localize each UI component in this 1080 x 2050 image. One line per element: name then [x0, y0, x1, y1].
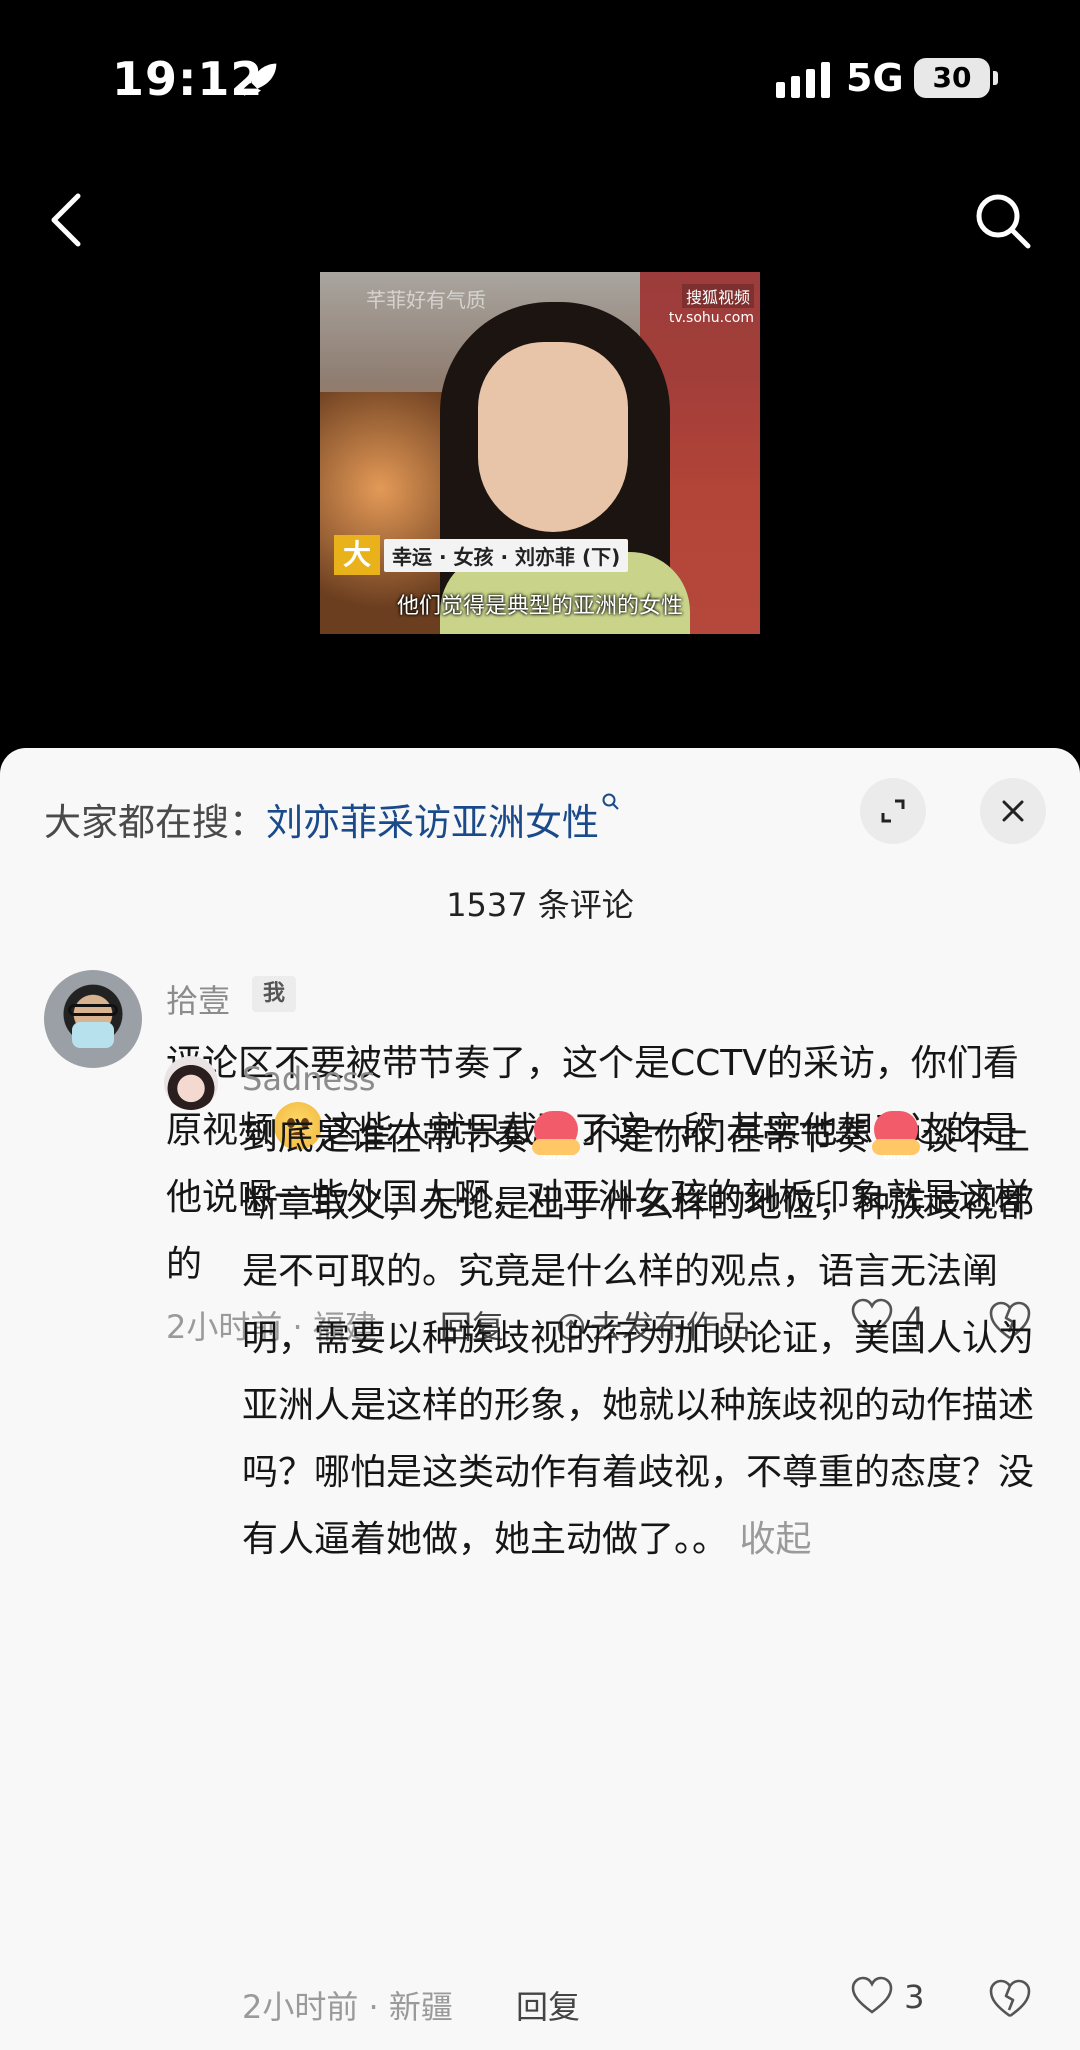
avatar-mask	[72, 1022, 114, 1048]
comment-author[interactable]: Sadness	[242, 1060, 376, 1098]
trending-search-label: 大家都在搜：	[44, 801, 266, 844]
me-badge: 我	[252, 976, 296, 1012]
cheer-sticker-icon: 加油	[530, 1109, 582, 1162]
comment-sheet: 大家都在搜：刘亦菲采访亚洲女性 1537 条评论 拾壹 我 评论区不要被带节奏了…	[0, 748, 1080, 2050]
site-url: tv.sohu.com	[668, 310, 754, 326]
program-logo: 大	[334, 535, 380, 575]
site-badge: 搜狐视频	[681, 284, 754, 308]
expand-icon	[881, 799, 905, 823]
dislike-heart-icon[interactable]	[988, 1976, 1032, 2020]
reply-button[interactable]: 回复	[516, 1982, 580, 2028]
cheer-sticker-icon: 加油	[870, 1109, 922, 1162]
signal-icon	[776, 62, 830, 98]
search-icon[interactable]	[970, 188, 1034, 252]
video-player[interactable]: 芊菲好有气质 搜狐视频 tv.sohu.com 大 幸运 · 女孩 · 刘亦菲 …	[320, 272, 760, 634]
comment-author[interactable]: 拾壹	[166, 976, 230, 1022]
video-subtitle: 他们觉得是典型的亚洲的女性	[396, 594, 683, 619]
avatar[interactable]	[164, 1056, 218, 1110]
back-arrow-icon[interactable]	[40, 188, 92, 252]
comment-meta: 2小时前 · 新疆	[242, 1988, 453, 2026]
collapse-link[interactable]: 收起	[739, 1519, 811, 1560]
small-search-icon	[602, 793, 619, 810]
rocket-icon	[243, 63, 277, 97]
trending-search-query[interactable]: 刘亦菲采访亚洲女性	[266, 801, 599, 844]
like-count: 3	[904, 1978, 925, 2016]
close-icon	[1002, 800, 1024, 822]
avatar[interactable]	[44, 970, 142, 1068]
comment-count: 1537 条评论	[446, 886, 634, 924]
video-watermark: 芊菲好有气质	[366, 288, 486, 312]
program-title-bar: 大 幸运 · 女孩 · 刘亦菲 (下)	[334, 535, 629, 575]
person-face	[478, 342, 628, 532]
comment-text-part: 到底是谁在带节奏	[242, 1117, 531, 1158]
heart-icon	[851, 1976, 893, 2014]
program-title: 幸运 · 女孩 · 刘亦菲 (下)	[384, 538, 629, 572]
trending-search[interactable]: 大家都在搜：刘亦菲采访亚洲女性	[44, 792, 621, 846]
battery-indicator: 30	[914, 58, 998, 98]
network-label: 5G	[846, 56, 904, 100]
comment-text-part: 不是你们在带节奏	[582, 1117, 871, 1158]
avatar-glasses	[68, 1004, 118, 1016]
comment-text: 到底是谁在带节奏加油不是你们在带节奏加油谈不上断章取义，无论是出于什么样的地位，…	[242, 1104, 1042, 1573]
status-bar: 19:12 5G 30	[0, 0, 1080, 160]
close-button[interactable]	[980, 778, 1046, 844]
expand-button[interactable]	[860, 778, 926, 844]
like-button[interactable]: 3	[850, 1976, 925, 2016]
